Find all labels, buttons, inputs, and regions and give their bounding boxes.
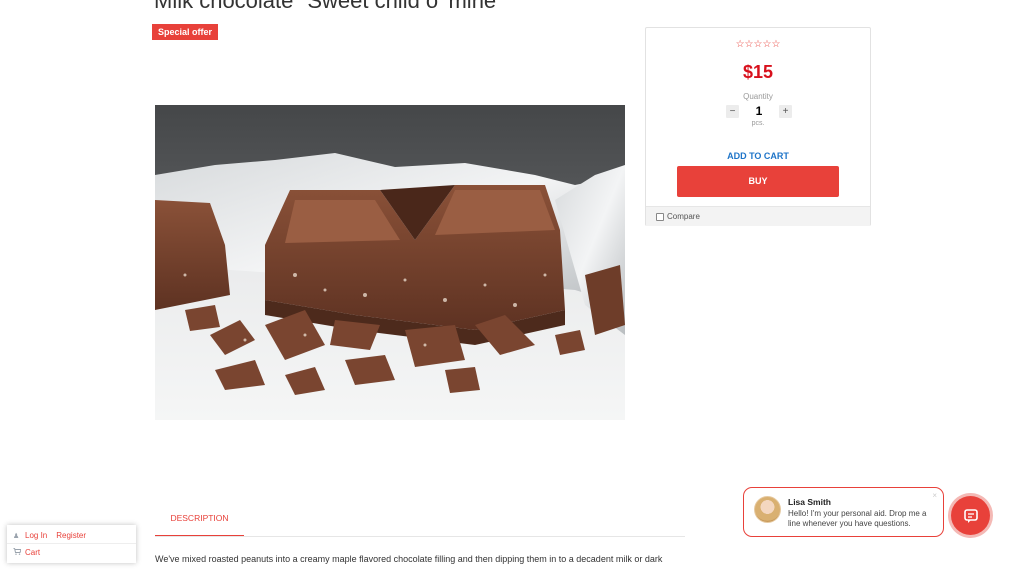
- quantity-stepper: − 1 +: [726, 103, 792, 119]
- rating-stars[interactable]: ☆☆☆☆☆: [646, 39, 870, 50]
- description-text: We've mixed roasted peanuts into a cream…: [155, 554, 663, 564]
- register-link[interactable]: Register: [56, 531, 86, 540]
- add-to-cart-link[interactable]: ADD TO CART: [646, 151, 870, 161]
- account-panel: ♟ Log In Register Cart: [7, 525, 136, 563]
- chat-agent-name: Lisa Smith: [788, 497, 831, 507]
- compare-label: Compare: [667, 212, 700, 221]
- quantity-increase-button[interactable]: +: [779, 104, 792, 118]
- user-icon: ♟: [13, 532, 20, 540]
- quantity-label: Quantity: [743, 92, 773, 101]
- tab-divider: [155, 536, 685, 537]
- account-row-auth: ♟ Log In Register: [7, 528, 136, 544]
- close-icon[interactable]: ×: [932, 491, 937, 500]
- account-row-cart[interactable]: Cart: [7, 544, 136, 560]
- chat-launcher-button[interactable]: [951, 496, 990, 535]
- quantity-input[interactable]: 1: [756, 104, 763, 118]
- special-offer-badge: Special offer: [152, 24, 219, 40]
- product-title: Milk chocolate "Sweet child o' mine": [154, 0, 504, 13]
- tab-description[interactable]: DESCRIPTION: [155, 507, 244, 537]
- compare-row[interactable]: Compare: [646, 206, 870, 226]
- purchase-panel: ☆☆☆☆☆ $15 Quantity − 1 + pcs. ADD TO CAR…: [645, 27, 871, 226]
- avatar: [754, 496, 781, 523]
- cart-icon: [13, 547, 25, 557]
- chat-greeting-bubble[interactable]: Lisa Smith Hello! I'm your personal aid.…: [743, 487, 944, 537]
- chat-icon: [963, 508, 978, 523]
- chat-message: Hello! I'm your personal aid. Drop me a …: [788, 509, 927, 528]
- price: $15: [742, 62, 774, 82]
- product-image[interactable]: [155, 105, 625, 420]
- cart-link[interactable]: Cart: [25, 548, 40, 557]
- chocolate-bar-photo: [155, 105, 625, 420]
- quantity-decrease-button[interactable]: −: [726, 104, 739, 118]
- buy-button[interactable]: BUY: [677, 166, 839, 197]
- compare-checkbox[interactable]: [656, 212, 664, 221]
- login-link[interactable]: Log In: [25, 531, 47, 540]
- quantity-unit: pcs.: [751, 120, 765, 127]
